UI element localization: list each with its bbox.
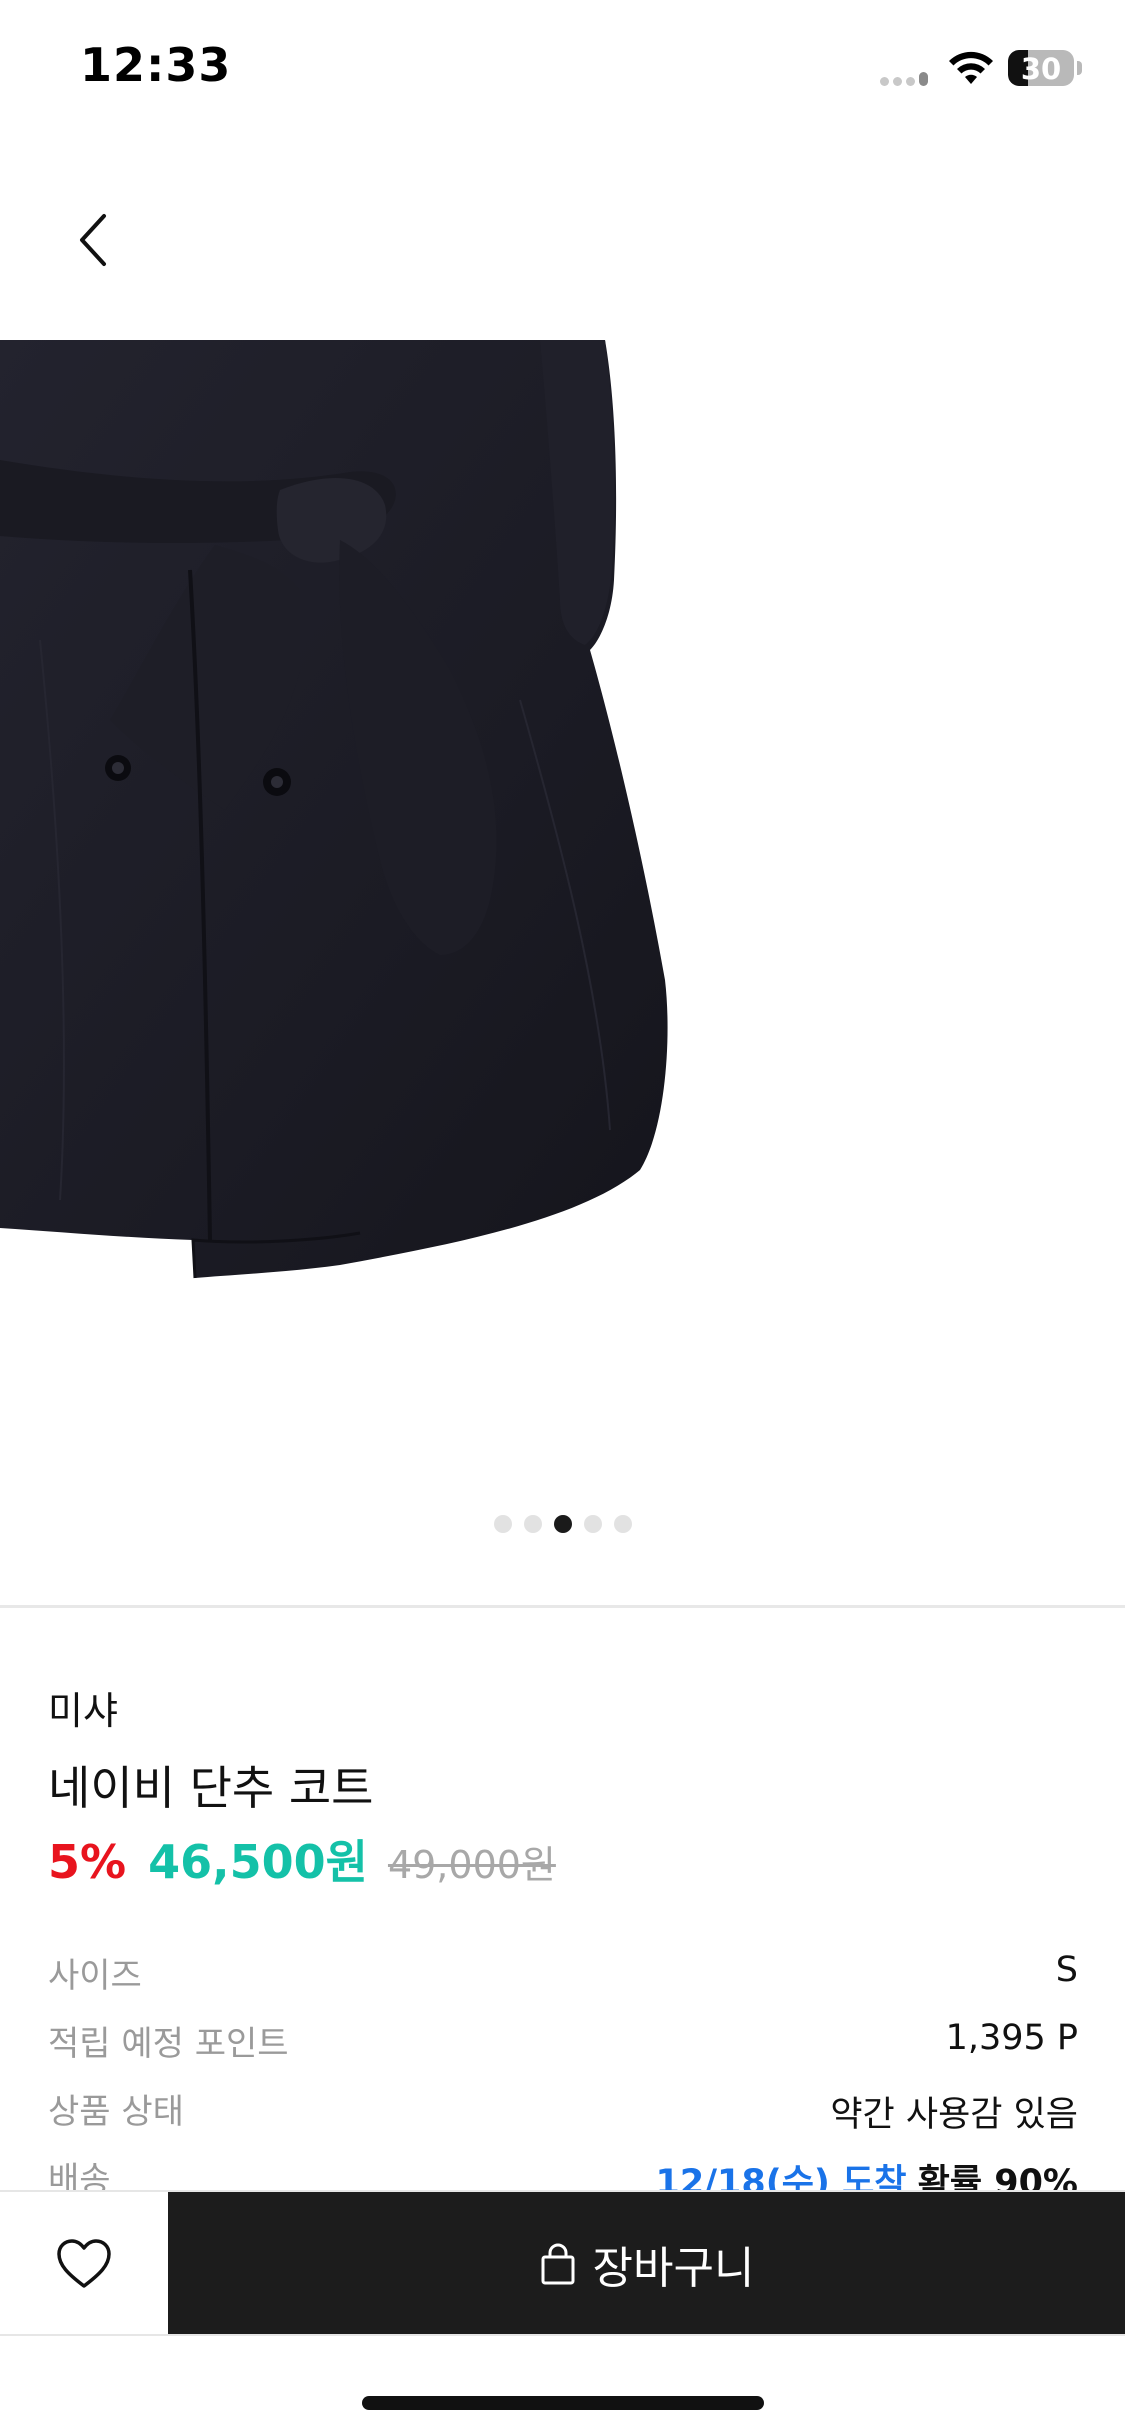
pager-dot[interactable]	[493, 1515, 512, 1533]
spec-label: 적립 예정 포인트	[48, 2024, 289, 2064]
status-bar: 12:33 30	[0, 0, 1125, 140]
action-bar-divider	[0, 2334, 1125, 2336]
home-indicator[interactable]	[362, 2396, 764, 2410]
pager-dot[interactable]	[523, 1515, 542, 1533]
brand-name[interactable]: 미샤	[48, 1680, 118, 1735]
bottom-action-bar: 장바구니	[0, 2190, 1125, 2337]
battery-icon: 30	[1008, 50, 1074, 86]
wifi-icon	[949, 51, 993, 84]
image-pager-dots	[0, 1515, 1125, 1535]
spec-row-points: 적립 예정 포인트 1,395 P	[48, 2016, 1078, 2084]
product-detail-screen: 12:33 30 미샤 네이비 단추 코트 5% 46,500원 49,000원…	[0, 0, 1125, 2436]
battery-level: 30	[1020, 52, 1062, 86]
add-to-cart-button[interactable]: 장바구니	[168, 2192, 1125, 2335]
pager-dot[interactable]	[583, 1515, 602, 1533]
cart-button-label: 장바구니	[592, 2242, 755, 2294]
discount-rate: 5%	[48, 1835, 127, 1889]
product-image-carousel[interactable]	[0, 340, 1125, 1520]
nav-bar	[0, 140, 1125, 340]
battery-cap	[1077, 61, 1082, 75]
spec-label: 사이즈	[48, 1956, 142, 1996]
spec-label: 상품 상태	[48, 2092, 184, 2132]
spec-row-condition: 상품 상태 약간 사용감 있음	[48, 2084, 1078, 2152]
pager-dot[interactable]	[613, 1515, 632, 1533]
chevron-left-icon	[80, 214, 106, 266]
spec-table: 사이즈 S 적립 예정 포인트 1,395 P 상품 상태 약간 사용감 있음 …	[48, 1948, 1078, 2220]
sale-price: 46,500원	[148, 1835, 368, 1889]
product-title: 네이비 단추 코트	[48, 1761, 374, 1815]
spec-value: 1,395 P	[945, 2018, 1078, 2058]
pager-dot[interactable]	[553, 1515, 572, 1533]
price-row: 5% 46,500원 49,000원	[48, 1826, 556, 1892]
original-price: 49,000원	[387, 1843, 556, 1887]
cellular-signal-icon	[880, 72, 932, 86]
section-divider	[0, 1605, 1125, 1608]
shopping-bag-icon	[541, 2243, 575, 2284]
spec-value: S	[1055, 1950, 1078, 1990]
heart-outline-icon	[57, 2238, 111, 2288]
product-photo	[0, 340, 668, 1279]
back-button[interactable]	[56, 200, 136, 280]
spec-row-size: 사이즈 S	[48, 1948, 1078, 2016]
spec-value: 약간 사용감 있음	[830, 2095, 1078, 2135]
wishlist-button[interactable]	[0, 2192, 168, 2335]
status-time: 12:33	[80, 38, 232, 92]
